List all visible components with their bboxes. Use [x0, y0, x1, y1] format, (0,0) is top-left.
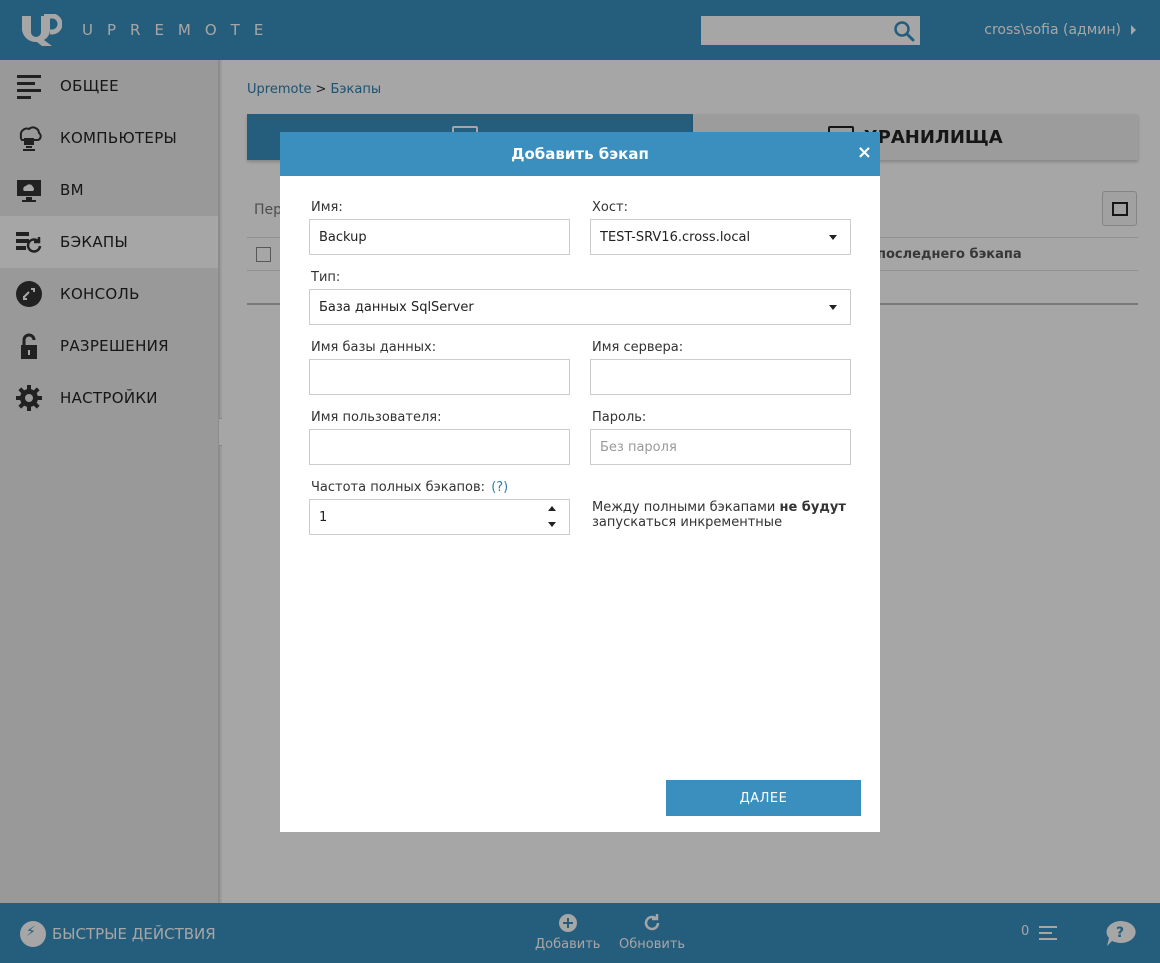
- add-backup-dialog: Добавить бэкап × Имя: Backup Хост: TEST-…: [280, 132, 880, 832]
- dialog-title: Добавить бэкап: [511, 145, 649, 163]
- increment-arrow-icon[interactable]: [548, 506, 556, 511]
- type-select-value: База данных SqlServer: [319, 299, 474, 315]
- frequency-label-text: Частота полных бэкапов:: [311, 480, 486, 495]
- host-label: Хост:: [592, 200, 628, 215]
- username-label: Имя пользователя:: [311, 410, 442, 425]
- decrement-arrow-icon[interactable]: [548, 522, 556, 527]
- password-label: Пароль:: [592, 410, 647, 425]
- close-icon[interactable]: ×: [857, 142, 872, 163]
- type-label: Тип:: [311, 270, 341, 285]
- chevron-down-icon: [829, 305, 837, 310]
- frequency-help-link[interactable]: (?): [491, 480, 508, 495]
- name-label: Имя:: [311, 200, 343, 215]
- note-prefix: Между полными бэкапами: [592, 500, 780, 515]
- type-select[interactable]: База данных SqlServer: [309, 289, 851, 325]
- server-name-field[interactable]: [590, 359, 851, 395]
- db-name-field[interactable]: [309, 359, 570, 395]
- host-select[interactable]: TEST-SRV16.cross.local: [590, 219, 851, 255]
- chevron-down-icon: [829, 235, 837, 240]
- next-button[interactable]: ДАЛЕЕ: [666, 780, 861, 816]
- full-backup-frequency-label: Частота полных бэкапов: (?): [311, 480, 508, 495]
- note-suffix: запускаться инкрементные: [592, 515, 783, 530]
- frequency-note: Между полными бэкапами не будут запускат…: [592, 500, 852, 530]
- host-select-value: TEST-SRV16.cross.local: [600, 229, 751, 245]
- full-backup-frequency-stepper[interactable]: 1: [309, 499, 570, 535]
- dialog-header: Добавить бэкап ×: [280, 132, 880, 176]
- db-name-label: Имя базы данных:: [311, 340, 437, 355]
- name-field[interactable]: Backup: [309, 219, 570, 255]
- frequency-value: 1: [319, 509, 328, 525]
- server-name-label: Имя сервера:: [592, 340, 684, 355]
- note-bold: не будут: [779, 500, 846, 515]
- password-field[interactable]: Без пароля: [590, 429, 851, 465]
- username-field[interactable]: [309, 429, 570, 465]
